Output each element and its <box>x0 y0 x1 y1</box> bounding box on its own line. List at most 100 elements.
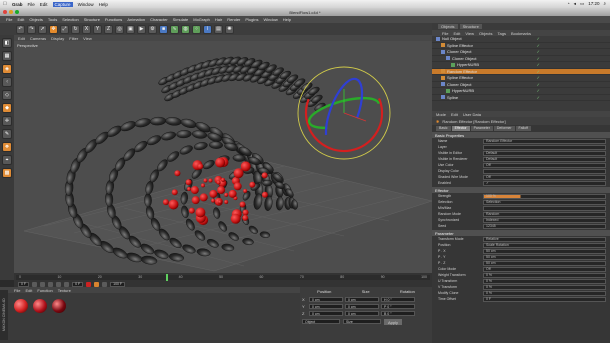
coord-size-mode-select[interactable]: Size <box>343 319 381 324</box>
workplane-icon[interactable]: ▩ <box>2 168 12 178</box>
viewport-menu-edit[interactable]: Edit <box>18 36 25 41</box>
play-icon[interactable] <box>48 281 54 287</box>
object-menu-objects[interactable]: Objects <box>479 31 493 36</box>
rotation-b-field[interactable]: B 0 ° <box>381 311 415 316</box>
next-frame-icon[interactable] <box>56 281 62 287</box>
app-menu-render[interactable]: Render <box>227 17 240 22</box>
size-z-field[interactable]: 0 cm <box>345 311 379 316</box>
app-menu-simulate[interactable]: Simulate <box>173 17 189 22</box>
coord-mode-select[interactable]: Object <box>302 319 340 324</box>
app-menu-objects[interactable]: Objects <box>29 17 43 22</box>
current-frame-field[interactable]: 0 F <box>72 281 84 287</box>
attribute-value-field[interactable]: Default <box>483 156 606 162</box>
nurbs-icon[interactable]: ◍ <box>181 24 190 34</box>
autokey-icon[interactable] <box>94 281 100 287</box>
end-frame-field[interactable]: 100 F <box>110 281 126 287</box>
object-tree-row[interactable]: Spline ✓ <box>432 95 610 101</box>
model-mode-icon[interactable]: ◧ <box>2 38 12 48</box>
attribute-value-field[interactable]: Off <box>483 266 606 272</box>
rotate-icon[interactable]: ↻ <box>71 24 80 34</box>
attribute-value-field[interactable]: 0 % <box>483 284 606 290</box>
attribute-menu-mode[interactable]: Mode <box>436 112 446 117</box>
x-axis-icon[interactable]: X <box>82 24 91 34</box>
volume-icon[interactable]: ◂ <box>574 1 576 7</box>
world-icon[interactable]: ◎ <box>115 24 124 34</box>
object-name[interactable]: Cloner Object <box>452 56 476 61</box>
menu-help[interactable]: Help <box>99 2 108 7</box>
menu-file[interactable]: File <box>28 2 35 7</box>
object-menu-bookmarks[interactable]: Bookmarks <box>511 31 531 36</box>
tab-structure[interactable]: Structure <box>459 24 482 29</box>
goto-end-icon[interactable] <box>64 281 70 287</box>
material-menu-edit[interactable]: Edit <box>25 288 32 293</box>
app-menu-help[interactable]: Help <box>283 17 291 22</box>
object-name[interactable]: Spline <box>447 95 458 100</box>
visibility-check-icon[interactable]: ✓ <box>537 36 540 41</box>
material-swatch-2[interactable] <box>33 299 47 313</box>
points-mode-icon[interactable]: ⁖ <box>2 77 12 87</box>
edges-mode-icon[interactable]: ◇ <box>2 90 12 100</box>
app-menu-window[interactable]: Window <box>264 17 278 22</box>
undo-icon[interactable]: ↶ <box>16 24 25 34</box>
attribute-value-field[interactable]: Random <box>483 211 606 217</box>
object-name[interactable]: Cloner Object <box>447 49 471 54</box>
scene-icon[interactable]: ▤ <box>214 24 223 34</box>
apply-button[interactable]: Apply <box>384 319 403 325</box>
render-settings-icon[interactable]: ⚙ <box>148 24 157 34</box>
object-name[interactable]: Spline Effector <box>447 43 473 48</box>
menu-capture[interactable]: Capture <box>52 1 73 7</box>
attribute-value-field[interactable]: Random Effector <box>483 138 606 144</box>
app-menu-animation[interactable]: Animation <box>127 17 145 22</box>
attribute-value-field[interactable]: Default <box>483 150 606 156</box>
attribute-value-field[interactable]: Off <box>483 174 606 180</box>
size-x-field[interactable]: 0 cm <box>345 297 379 302</box>
viewport-menu-cameras[interactable]: Cameras <box>30 36 46 41</box>
deformer-icon[interactable]: ⌇ <box>203 24 212 34</box>
select-icon[interactable]: ➚ <box>38 24 47 34</box>
tweak-mode-icon[interactable]: ✎ <box>2 129 12 139</box>
visibility-check-icon[interactable]: ✓ <box>537 49 540 54</box>
spotlight-icon[interactable]: ⌕ <box>603 1 606 7</box>
paint-mode-icon[interactable]: ❖ <box>2 142 12 152</box>
goto-start-icon[interactable] <box>32 281 38 287</box>
app-menu-functions[interactable]: Functions <box>105 17 122 22</box>
attribute-menu-edit[interactable]: Edit <box>451 112 458 117</box>
visibility-check-icon[interactable]: ✓ <box>537 43 540 48</box>
app-menu-mograph[interactable]: MoGraph <box>193 17 210 22</box>
timeline[interactable]: 0 10 20 30 40 50 60 70 80 90 100 0 F 0 F 100 F <box>14 273 432 287</box>
keyframe-selection-icon[interactable] <box>102 281 108 287</box>
material-menu-file[interactable]: File <box>14 288 20 293</box>
viewport-menu-view[interactable]: View <box>83 36 92 41</box>
visibility-check-icon[interactable]: ✓ <box>537 69 540 74</box>
apple-icon[interactable]:  <box>3 1 8 7</box>
rotation-gizmo[interactable] <box>297 66 391 160</box>
array-icon[interactable]: ⁘ <box>192 24 201 34</box>
object-name[interactable]: HyperNURB <box>457 62 479 67</box>
3d-viewport[interactable]: Perspective <box>14 41 432 273</box>
snap-icon[interactable]: ⌖ <box>2 155 12 165</box>
attribute-value-field[interactable]: 0 % <box>483 272 606 278</box>
visibility-check-icon[interactable]: ✓ <box>537 95 540 100</box>
attribute-tab-deformer[interactable]: Deformer <box>493 125 515 131</box>
cube-icon[interactable]: ■ <box>159 24 168 34</box>
light-icon[interactable]: ✺ <box>225 24 234 34</box>
clock[interactable]: 17:20 <box>588 1 599 7</box>
app-menu-edit[interactable]: Edit <box>17 17 24 22</box>
material-swatch-3[interactable] <box>52 299 66 313</box>
tab-objects[interactable]: Objects <box>438 24 458 29</box>
app-menu-character[interactable]: Character <box>150 17 168 22</box>
app-menu-hair[interactable]: Hair <box>215 17 222 22</box>
spline-icon[interactable]: ∿ <box>170 24 179 34</box>
attribute-value-field[interactable] <box>483 168 606 174</box>
position-x-field[interactable]: 0 cm <box>309 297 343 302</box>
app-menu-structure[interactable]: Structure <box>84 17 100 22</box>
move-icon[interactable]: ✥ <box>49 24 58 34</box>
timeline-playhead[interactable] <box>165 274 168 281</box>
position-z-field[interactable]: 0 cm <box>309 311 343 316</box>
object-name[interactable]: Spline Effector <box>447 75 473 80</box>
y-axis-icon[interactable]: Y <box>93 24 102 34</box>
timeline-ruler[interactable]: 0 10 20 30 40 50 60 70 80 90 100 <box>16 275 430 280</box>
object-name[interactable]: HyperNURB <box>452 88 474 93</box>
object-name[interactable]: Random Effector <box>447 69 477 74</box>
material-swatch-1[interactable] <box>14 299 28 313</box>
